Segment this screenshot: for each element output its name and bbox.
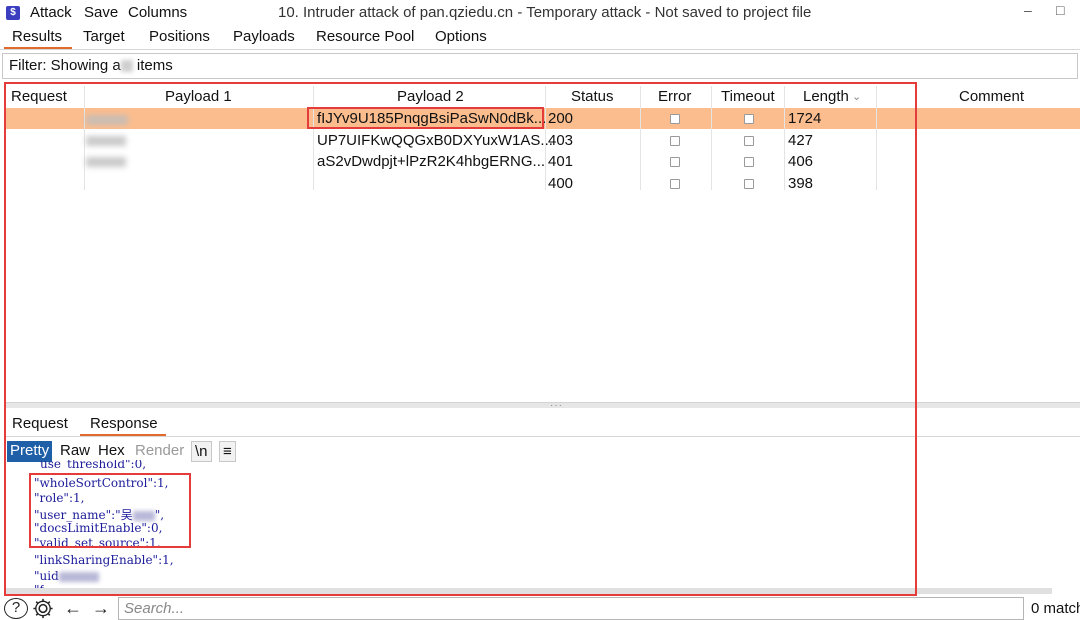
filter-redacted <box>120 60 133 73</box>
tab-target[interactable]: Target <box>83 28 125 45</box>
tab-resource-pool[interactable]: Resource Pool <box>316 28 414 45</box>
title-bar: $ Attack Save Columns 10. Intruder attac… <box>0 0 1080 26</box>
tab-payloads[interactable]: Payloads <box>233 28 295 45</box>
menu-attack[interactable]: Attack <box>30 4 72 21</box>
menu-columns[interactable]: Columns <box>128 4 187 21</box>
maximize-icon[interactable]: □ <box>1056 2 1064 18</box>
active-tab-indicator <box>4 47 72 49</box>
settings-gear-icon[interactable] <box>31 597 55 620</box>
tab-positions[interactable]: Positions <box>149 28 210 45</box>
burp-app-icon: $ <box>6 6 20 20</box>
header-comment[interactable]: Comment <box>959 88 1024 105</box>
tab-options[interactable]: Options <box>435 28 487 45</box>
back-arrow-icon[interactable]: ← <box>64 598 82 619</box>
window-title: 10. Intruder attack of pan.qziedu.cn - T… <box>278 4 812 21</box>
filter-suffix: items <box>132 57 173 74</box>
main-tabs: Results Target Positions Payloads Resour… <box>0 26 1080 50</box>
filter-bar[interactable]: Filter: Showing a items <box>2 53 1078 79</box>
menu-save[interactable]: Save <box>84 4 118 21</box>
help-icon[interactable]: ? <box>4 598 28 619</box>
forward-arrow-icon[interactable]: → <box>92 598 110 619</box>
filter-prefix: Filter: Showing a <box>9 57 121 74</box>
match-count: 0 match <box>1031 600 1080 617</box>
tab-results[interactable]: Results <box>12 28 62 45</box>
annotation-box <box>307 107 544 129</box>
search-placeholder: Search... <box>124 600 185 617</box>
minimize-icon[interactable]: – <box>1024 2 1032 18</box>
annotation-box <box>29 473 191 548</box>
search-input[interactable] <box>118 597 1024 620</box>
